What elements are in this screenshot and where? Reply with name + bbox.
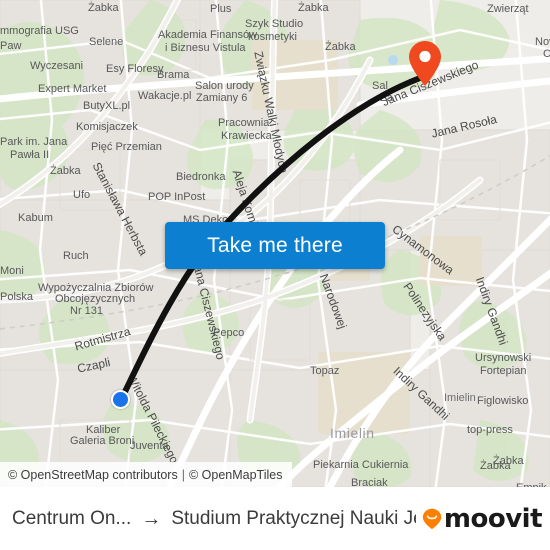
footer-bar: Centrum On... → Studium Praktycznej Nauk… xyxy=(0,487,550,550)
route-summary: Centrum On... → Studium Praktycznej Nauk… xyxy=(12,508,416,530)
map-attribution: © OpenStreetMap contributors | © OpenMap… xyxy=(0,462,293,487)
arrow-right-icon: → xyxy=(141,507,162,530)
moovit-map-screen: Stanisława Herbsta Związku Walki Młodych… xyxy=(0,0,550,550)
moovit-pin-icon xyxy=(422,508,442,529)
destination-map-pin[interactable] xyxy=(408,40,442,87)
openmaptiles-attribution-link[interactable]: © OpenMapTiles xyxy=(189,468,283,482)
take-me-there-label: Take me there xyxy=(207,233,343,257)
map-canvas[interactable]: Stanisława Herbsta Związku Walki Młodych… xyxy=(0,0,550,487)
origin-marker-dot[interactable] xyxy=(111,390,130,409)
osm-attribution-link[interactable]: © OpenStreetMap contributors xyxy=(8,468,178,482)
origin-station-name[interactable]: Centrum On... xyxy=(12,508,131,530)
attribution-separator: | xyxy=(181,467,185,482)
moovit-wordmark: moovit xyxy=(443,503,543,534)
moovit-logo[interactable]: moovit xyxy=(422,503,543,534)
destination-station-name[interactable]: Studium Praktycznej Nauki Języków... xyxy=(171,508,416,530)
take-me-there-button[interactable]: Take me there xyxy=(165,222,385,269)
